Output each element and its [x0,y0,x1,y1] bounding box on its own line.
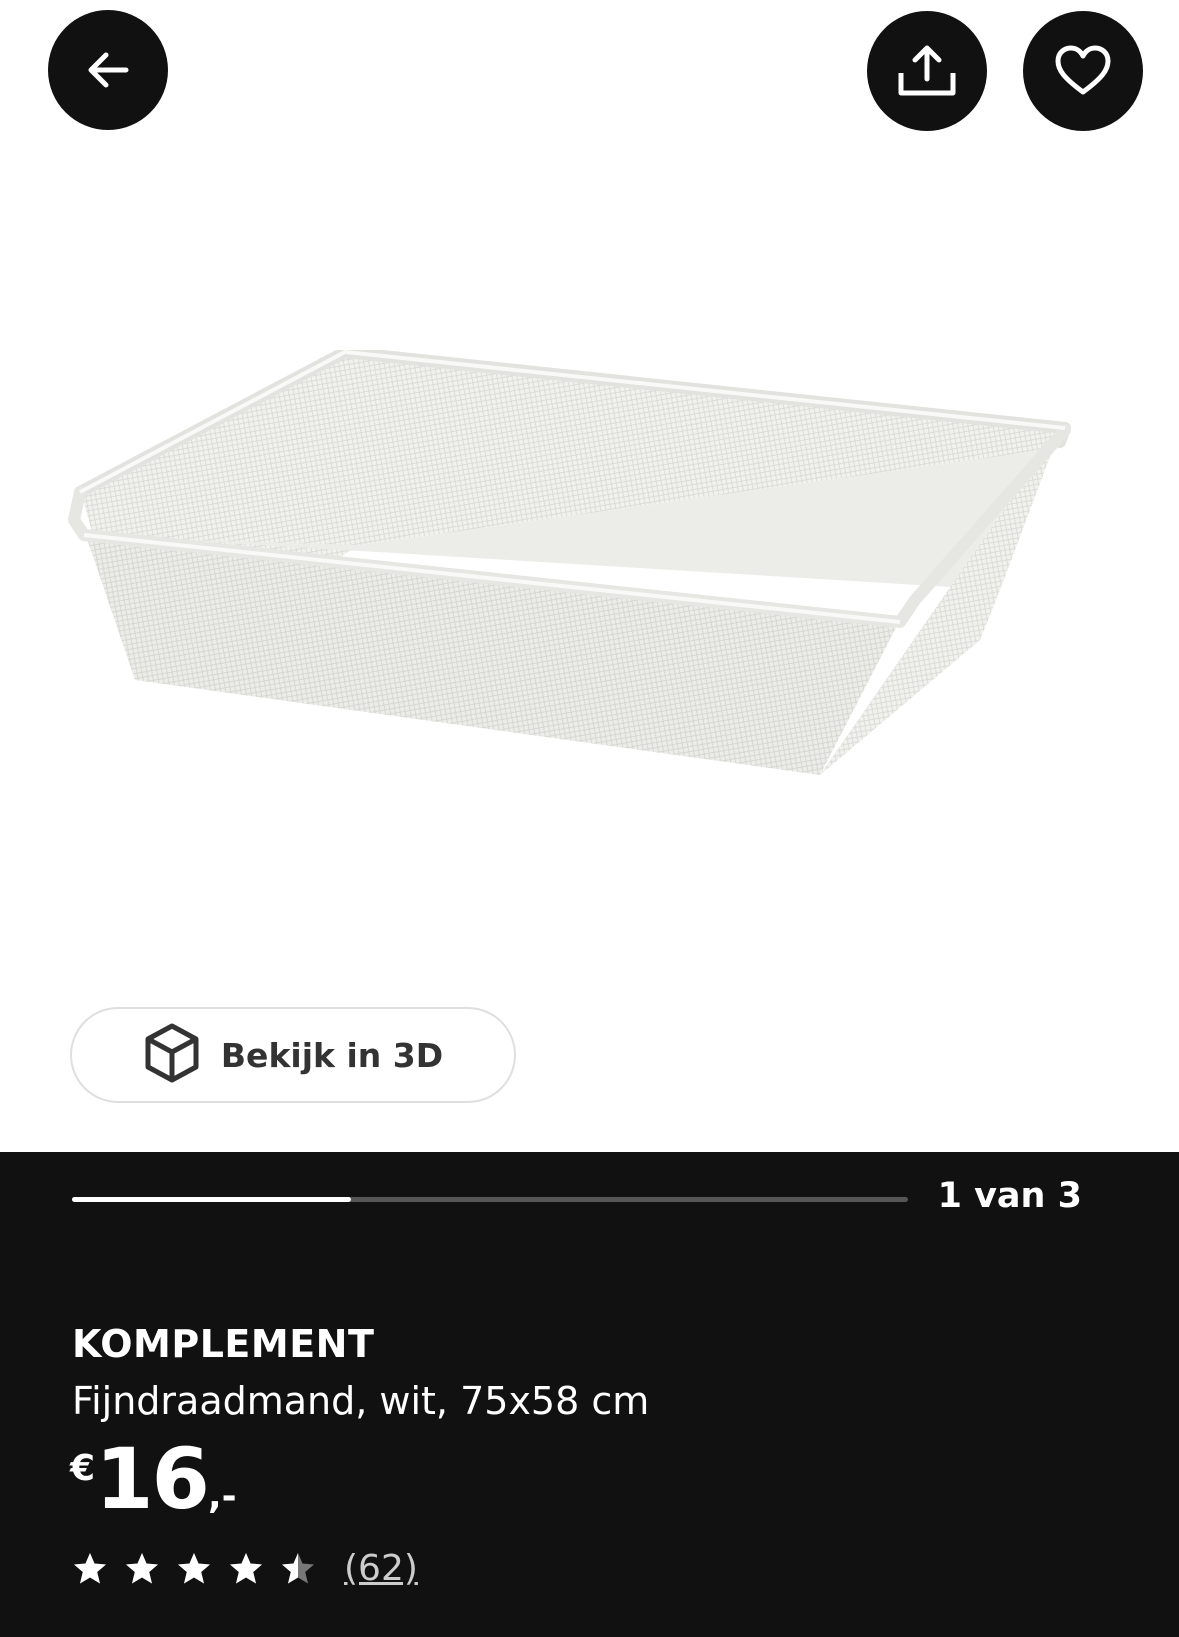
gallery-progress-bar [72,1197,908,1202]
heart-icon [1054,45,1112,97]
product-rating[interactable]: (62) [72,1548,418,1589]
product-description: Fijndraadmand, wit, 75x58 cm [72,1379,650,1423]
price-amount: 16 [95,1430,210,1528]
view-in-3d-button[interactable]: Bekijk in 3D [70,1007,516,1103]
cube-3d-icon [143,1022,201,1088]
share-upload-icon [896,43,958,99]
price-suffix: ,- [207,1476,237,1517]
price-currency: € [70,1448,96,1489]
star-full-icon [72,1551,108,1587]
star-full-icon [176,1551,212,1587]
gallery-page-counter: 1 van 3 [937,1176,1082,1216]
view-in-3d-label: Bekijk in 3D [220,1035,444,1075]
star-full-icon [228,1551,264,1587]
product-gallery[interactable]: Bekijk in 3D [0,0,1179,1152]
product-name: KOMPLEMENT [72,1322,375,1366]
share-button[interactable] [867,11,987,131]
gallery-progress-fill [72,1197,351,1202]
rating-stars [72,1551,316,1587]
product-image [60,346,1120,820]
star-half-icon [280,1551,316,1587]
product-price: €16,- [70,1430,237,1528]
arrow-left-icon [82,44,134,96]
back-button[interactable] [48,10,168,130]
favorite-button[interactable] [1023,11,1143,131]
star-full-icon [124,1551,160,1587]
review-count-link[interactable]: (62) [344,1548,418,1589]
